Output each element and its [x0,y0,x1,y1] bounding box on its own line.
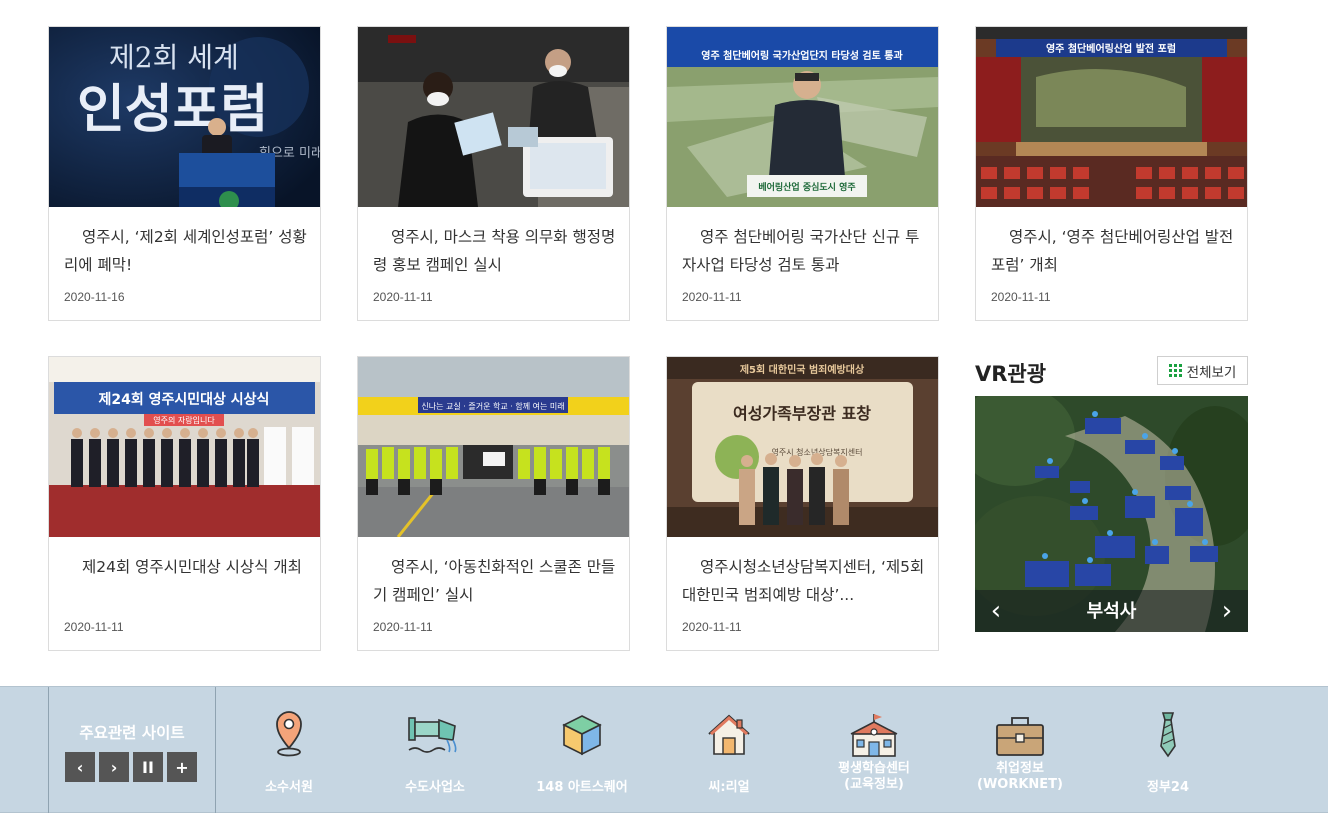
news-date: 2020-11-11 [682,290,742,304]
news-date: 2020-11-11 [373,620,433,634]
vr-caption: 부석사 [1086,601,1137,622]
photo-text: 영주 첨단베어링산업 발전 포럼 [1046,42,1176,55]
site-link-waterworks[interactable]: 수도사업소 [375,706,495,806]
news-card[interactable]: 신나는 교실 · 즐거운 학교 · 함께 여는 미래 영주시, ‘아동친화적인 … [357,356,630,651]
site-link-148-art-square[interactable]: 148 아트스퀘어 [522,706,642,806]
divider [215,687,216,813]
site-label: 소수서원 [265,780,313,795]
news-photo [358,27,629,207]
news-card[interactable]: 제24회 영주시민대상 시상식 영주의 자랑입니다 제24회 영주시민대상 시상… [48,356,321,651]
photo-text: 인성포럼 [77,79,268,140]
vr-section-title: VR관광 [975,362,1047,386]
site-label: 취업정보 [996,761,1044,776]
news-title[interactable]: 영주시청소년상담복지센터, ‘제5회 대한민국 범죄예방 대상’... [682,553,927,609]
photo-text: 영주 첨단베어링 국가산업단지 타당성 검토 통과 [701,49,903,62]
photo-text: 영주의 자랑입니다 [153,415,215,425]
photo-text: 여성가족부장관 표창 [733,404,871,423]
next-button[interactable]: › [99,752,129,782]
news-photo: 신나는 교실 · 즐거운 학교 · 함께 여는 미래 [358,357,629,537]
pause-button[interactable]: II [133,752,163,782]
news-title[interactable]: 제24회 영주시민대상 시상식 개최 [64,553,309,581]
site-label: 148 아트스퀘어 [536,780,628,795]
news-card[interactable]: 제5회 대한민국 범죄예방대상 여성가족부장관 표창 영주시 청소년상담복지센터… [666,356,939,651]
news-date: 2020-11-11 [682,620,742,634]
cube-icon [552,706,612,758]
news-photo: 영주 첨단베어링산업 발전 포럼 [976,27,1247,207]
news-date: 2020-11-11 [373,290,433,304]
news-photo: 제24회 영주시민대상 시상식 영주의 자랑입니다 [49,357,320,537]
site-link-worknet[interactable]: 취업정보 (WORKNET) [960,706,1080,806]
photo-text: 제5회 대한민국 범죄예방대상 [740,363,865,376]
photo-text: 베어링산업 중심도시 영주 [758,181,855,193]
necktie-icon [1138,706,1198,758]
water-pipe-icon [405,706,465,758]
news-title[interactable]: 영주시, 마스크 착용 의무화 행정명령 홍보 캠페인 실시 [373,223,618,279]
news-photo: 제5회 대한민국 범죄예방대상 여성가족부장관 표창 영주시 청소년상담복지센터 [667,357,938,537]
more-button[interactable]: + [167,752,197,782]
grid-icon [1168,364,1182,377]
related-sites-controls: ‹ › II + [65,752,197,782]
news-card[interactable]: 영주 첨단베어링 국가산업단지 타당성 검토 통과 베어링산업 중심도시 영주 … [666,26,939,321]
divider [48,687,49,813]
photo-text: 신나는 교실 · 즐거운 학교 · 함께 여는 미래 [421,401,564,411]
map-pin-icon [259,706,319,758]
vr-next-arrow-icon[interactable]: › [1212,596,1242,626]
briefcase-icon [990,706,1050,758]
view-all-button[interactable]: 전체보기 [1157,356,1248,385]
news-title[interactable]: 영주시, ‘제2회 세계인성포럼’ 성황리에 폐막! [64,223,309,279]
site-label-sub: (WORKNET) [977,777,1063,792]
news-card[interactable]: 영주시, 마스크 착용 의무화 행정명령 홍보 캠페인 실시 2020-11-1… [357,26,630,321]
related-sites-heading: 주요관련 사이트 [79,724,185,742]
site-label-sub: (교육정보) [844,777,904,792]
site-label: 씨:리얼 [708,780,750,795]
vr-slideshow[interactable]: ‹ 부석사 › [975,396,1248,632]
site-link-lifelong-learning[interactable]: 평생학습센터 (교육정보) [814,706,934,806]
view-all-label: 전체보기 [1186,364,1237,381]
site-link-gov24[interactable]: 정부24 [1108,706,1228,806]
photo-text: 제24회 영주시민대상 시상식 [99,391,270,408]
site-label: 평생학습센터 [838,761,910,776]
news-title[interactable]: 영주시, ‘아동친화적인 스쿨존 만들기 캠페인’ 실시 [373,553,618,609]
photo-text: 제2회 세계 [109,41,239,74]
house-icon [699,706,759,758]
news-photo: 영주 첨단베어링 국가산업단지 타당성 검토 통과 베어링산업 중심도시 영주 [667,27,938,207]
news-title[interactable]: 영주시, ‘영주 첨단베어링산업 발전 포럼’ 개최 [991,223,1236,279]
school-icon [844,706,904,758]
news-date: 2020-11-16 [64,290,125,304]
news-title[interactable]: 영주 첨단베어링 국가산단 신규 투자사업 타당성 검토 통과 [682,223,927,279]
prev-button[interactable]: ‹ [65,752,95,782]
site-link-c-real[interactable]: 씨:리얼 [669,706,789,806]
vr-prev-arrow-icon[interactable]: ‹ [981,596,1011,626]
news-date: 2020-11-11 [991,290,1051,304]
news-card[interactable]: 제2회 세계 인성포럼 힘으로 미래 영주시, ‘제2회 세계인성포럼’ 성황리… [48,26,321,321]
news-photo: 제2회 세계 인성포럼 힘으로 미래 [49,27,320,207]
site-label: 정부24 [1146,780,1189,795]
news-card[interactable]: 영주 첨단베어링산업 발전 포럼 영주시, ‘영주 첨단베어링산업 발전 포럼’… [975,26,1248,321]
news-date: 2020-11-11 [64,620,124,634]
site-link-sosu-seowon[interactable]: 소수서원 [229,706,349,806]
site-label: 수도사업소 [405,780,465,795]
